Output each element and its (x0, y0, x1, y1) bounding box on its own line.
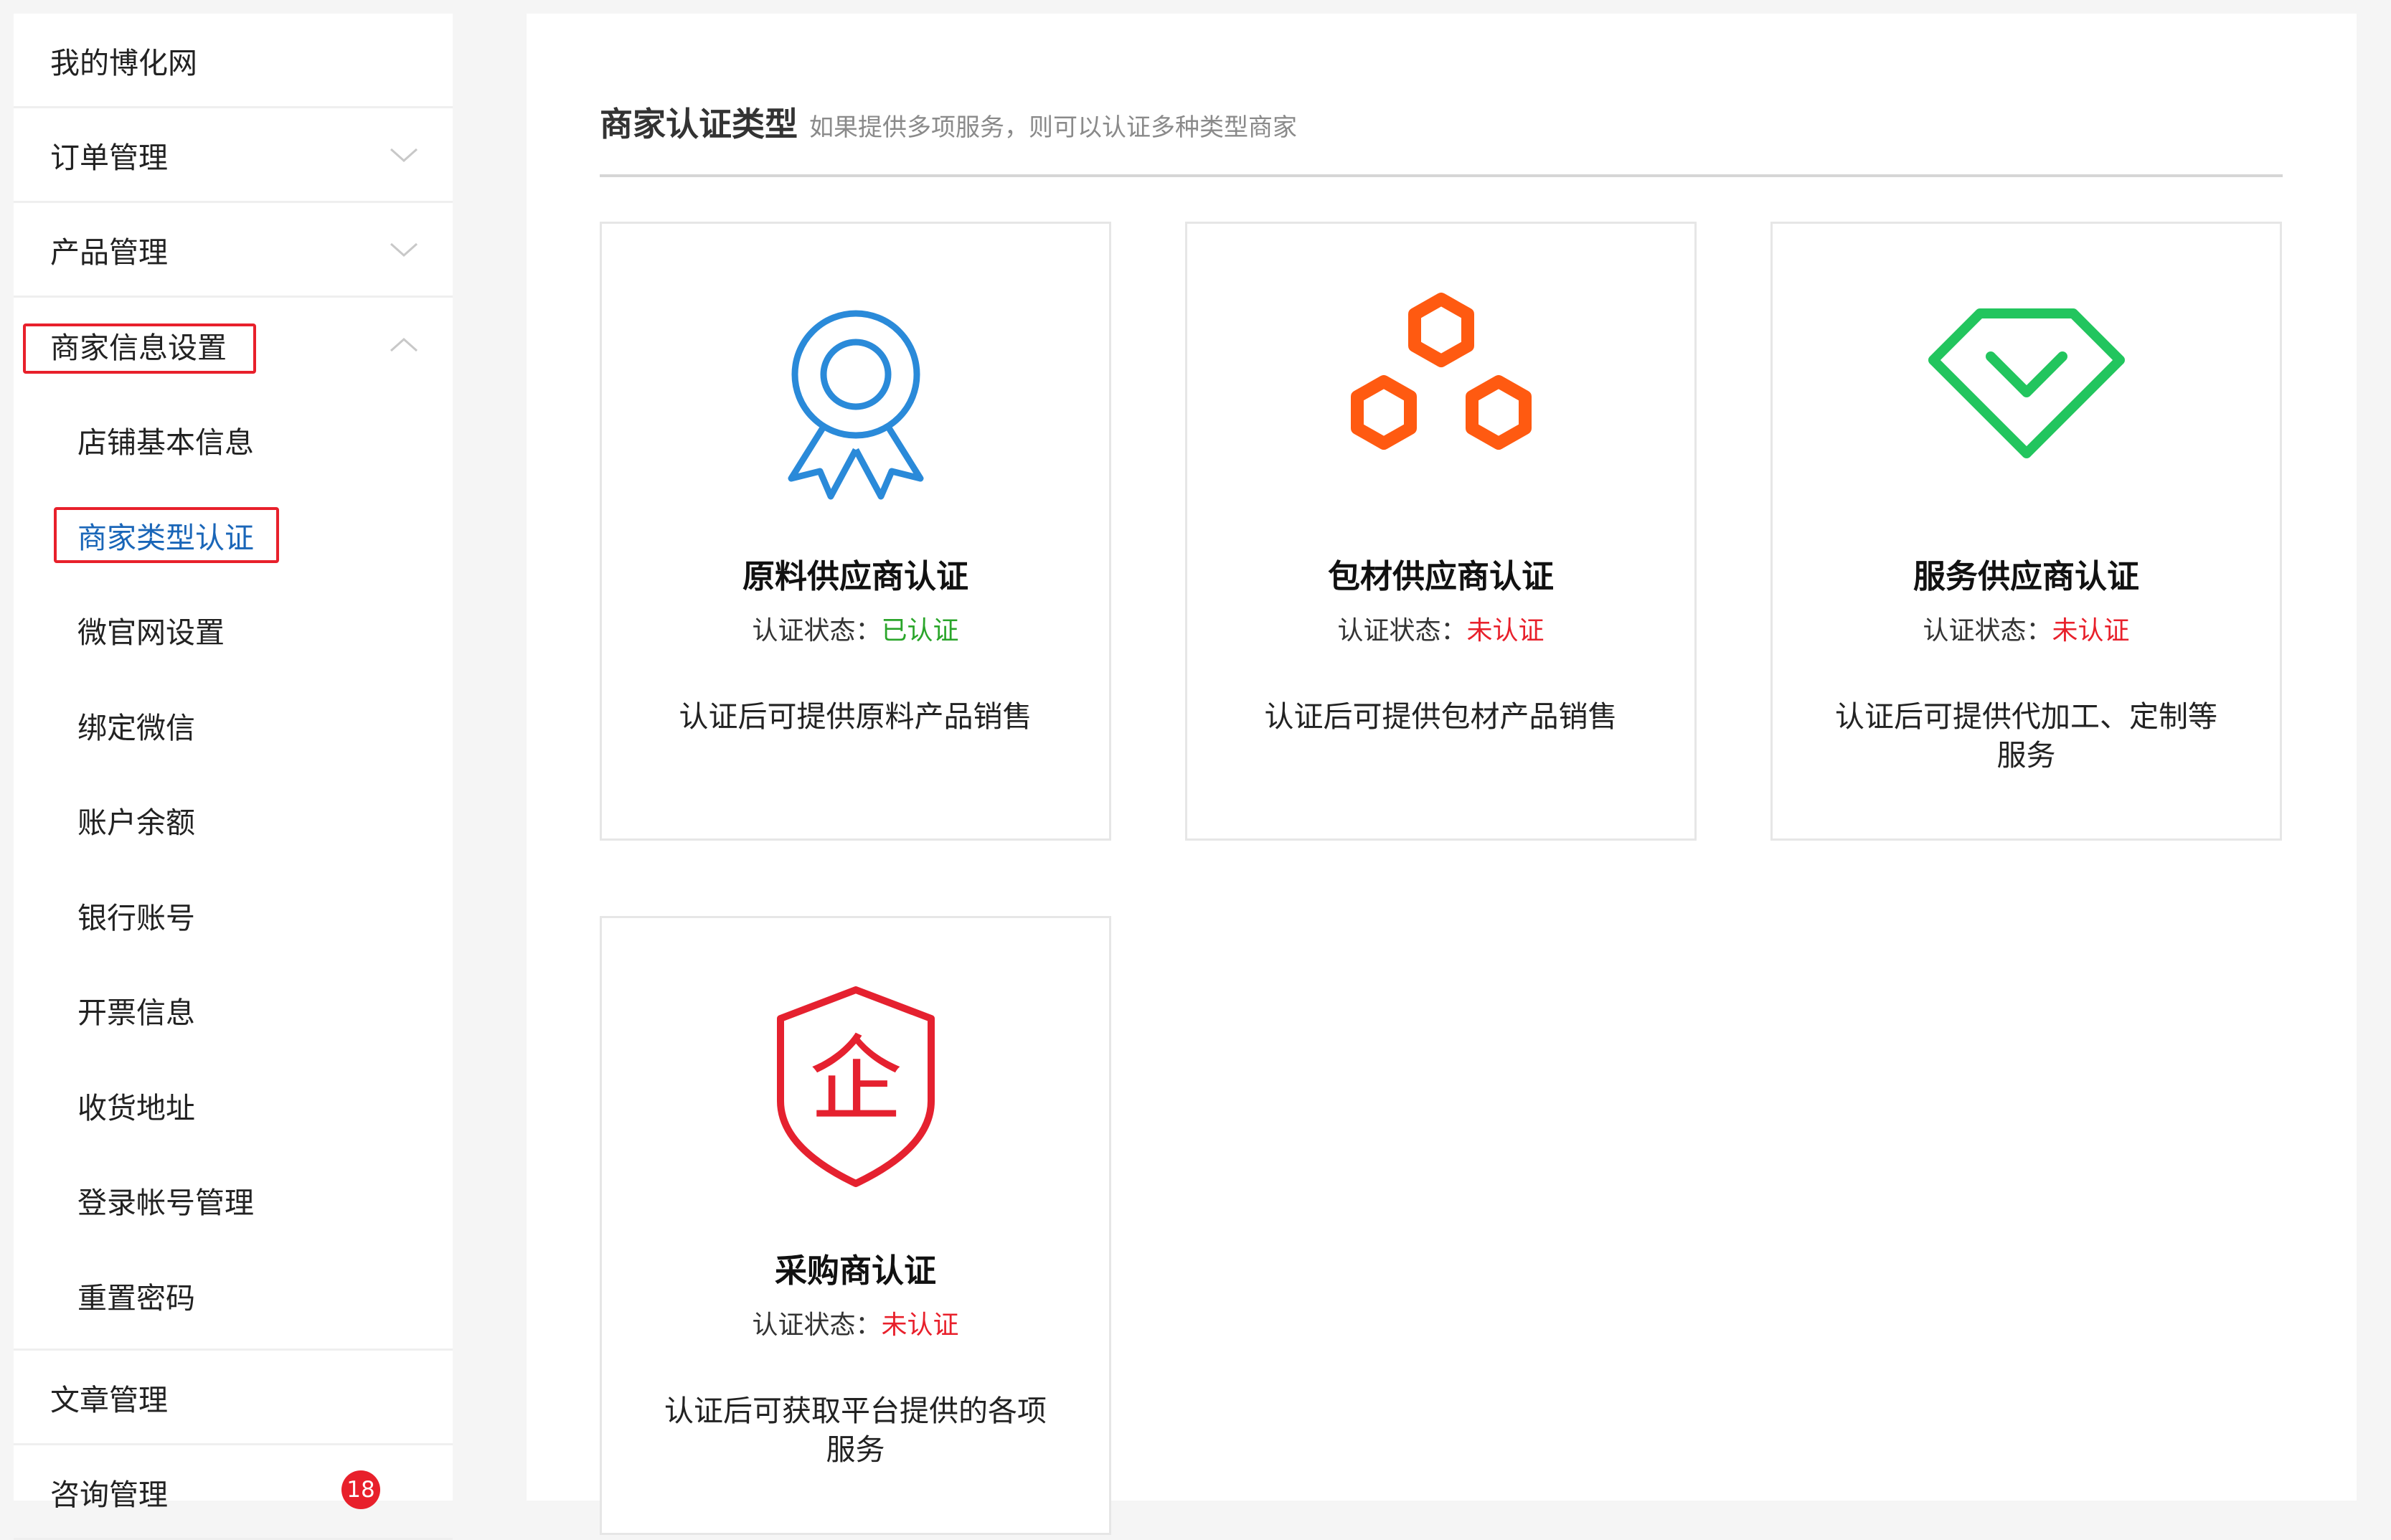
sidebar-item-orders[interactable]: 订单管理 (14, 108, 453, 203)
sidebar-item-my-bohua[interactable]: 我的博化网 (14, 14, 453, 108)
page-subtitle: 如果提供多项服务，则可以认证多种类型商家 (809, 113, 1297, 142)
card-description: 认证后可提供原料产品销售 (679, 699, 1032, 734)
sidebar-subitem-bank-account[interactable]: 银行账号 (14, 868, 453, 963)
status-value: 未认证 (1466, 616, 1545, 646)
shield-enterprise-icon: 企 (776, 986, 935, 1187)
card-status: 认证状态：已认证 (602, 610, 1109, 647)
page-title: 商家认证类型 (600, 105, 798, 143)
hexagons-icon (1350, 293, 1532, 450)
sidebar-item-label: 产品管理 (50, 235, 168, 270)
card-title: 采购商认证 (774, 1252, 936, 1290)
section-header: 商家认证类型 如果提供多项服务，则可以认证多种类型商家 (600, 98, 2283, 177)
card-raw-material-supplier[interactable]: 原料供应商认证 认证状态：已认证 认证后可提供原料产品销售 (600, 222, 1111, 841)
sidebar-subitem-label: 商家类型认证 (77, 520, 254, 555)
sidebar-item-products[interactable]: 产品管理 (14, 203, 453, 298)
sidebar-item-label: 商家信息设置 (50, 331, 227, 365)
sidebar-subitem-label: 账户余额 (77, 806, 195, 841)
card-title: 原料供应商认证 (742, 557, 968, 595)
card-status: 认证状态：未认证 (1187, 610, 1694, 647)
card-status: 认证状态：未认证 (1773, 610, 2280, 647)
sidebar-subitem-bind-wechat[interactable]: 绑定微信 (14, 678, 453, 773)
card-title: 服务供应商认证 (1913, 557, 2139, 595)
award-ribbon-icon (788, 310, 923, 500)
sidebar-subitem-label: 微官网设置 (77, 615, 225, 651)
status-value: 未认证 (2052, 616, 2130, 646)
card-title: 包材供应商认证 (1327, 557, 1554, 595)
sidebar-subitem-address[interactable]: 收货地址 (14, 1058, 453, 1153)
diamond-check-icon (1928, 308, 2125, 458)
sidebar-subitem-reset-password[interactable]: 重置密码 (14, 1248, 453, 1343)
sidebar-subitem-label: 店铺基本信息 (77, 425, 254, 460)
sidebar-subitem-balance[interactable]: 账户余额 (14, 773, 453, 868)
card-description: 认证后可提供代加工、定制等服务 (1835, 699, 2217, 773)
card-service-supplier[interactable]: 服务供应商认证 认证状态：未认证 认证后可提供代加工、定制等服务 (1770, 222, 2282, 841)
card-description: 认证后可提供包材产品销售 (1264, 699, 1618, 734)
sidebar-subitem-micro-site[interactable]: 微官网设置 (14, 582, 453, 678)
status-label: 认证状态： (752, 1310, 882, 1340)
sidebar-subitem-label: 收货地址 (77, 1090, 195, 1125)
sidebar-subitem-label: 开票信息 (77, 996, 195, 1031)
sidebar-subitem-label: 登录帐号管理 (77, 1186, 254, 1221)
status-label: 认证状态： (1337, 616, 1467, 646)
sidebar-item-label: 订单管理 (50, 140, 168, 175)
card-description: 认证后可获取平台提供的各项服务 (664, 1394, 1047, 1467)
sidebar-subitem-shop-info[interactable]: 店铺基本信息 (14, 392, 453, 488)
status-label: 认证状态： (1923, 616, 2052, 646)
main-content: 商家认证类型 如果提供多项服务，则可以认证多种类型商家 原料供应商认证 认证状态… (527, 14, 2357, 1535)
chevron-up-icon (390, 337, 418, 352)
card-status: 认证状态：未认证 (602, 1304, 1109, 1341)
sidebar-item-merchant-settings[interactable]: 商家信息设置 (14, 298, 453, 392)
sidebar-subitem-merchant-type-auth[interactable]: 商家类型认证 (14, 488, 453, 583)
sidebar-item-inquiries[interactable]: 咨询管理 18 (14, 1445, 453, 1540)
card-packaging-supplier[interactable]: 包材供应商认证 认证状态：未认证 认证后可提供包材产品销售 (1185, 222, 1697, 841)
card-purchaser[interactable]: 企 采购商认证 认证状态：未认证 认证后可获取平台提供的各项服务 (600, 916, 1111, 1535)
shield-enterprise-char: 企 (808, 1025, 902, 1134)
sidebar-subitem-label: 重置密码 (77, 1280, 195, 1315)
status-label: 认证状态： (752, 616, 882, 646)
sidebar-item-articles[interactable]: 文章管理 (14, 1351, 453, 1445)
sidebar-item-label: 我的博化网 (50, 45, 197, 80)
status-value: 已认证 (881, 616, 959, 646)
chevron-down-icon (390, 242, 418, 257)
sidebar-submenu: 店铺基本信息 商家类型认证 微官网设置 绑定微信 账户余额 银行账号 开票信息 … (14, 392, 453, 1351)
sidebar-subitem-invoice[interactable]: 开票信息 (14, 963, 453, 1058)
sidebar-item-label: 咨询管理 (50, 1477, 168, 1512)
sidebar-subitem-label: 银行账号 (77, 900, 195, 935)
notification-badge: 18 (341, 1470, 380, 1509)
sidebar: 我的博化网 订单管理 产品管理 商家信息设置 店铺基本信息 商家类型认证 微官网… (14, 14, 453, 1540)
status-value: 未认证 (881, 1310, 959, 1340)
sidebar-item-label: 文章管理 (50, 1382, 168, 1417)
chevron-down-icon (390, 148, 418, 162)
sidebar-subitem-label: 绑定微信 (77, 710, 195, 745)
sidebar-subitem-login-accounts[interactable]: 登录帐号管理 (14, 1153, 453, 1248)
